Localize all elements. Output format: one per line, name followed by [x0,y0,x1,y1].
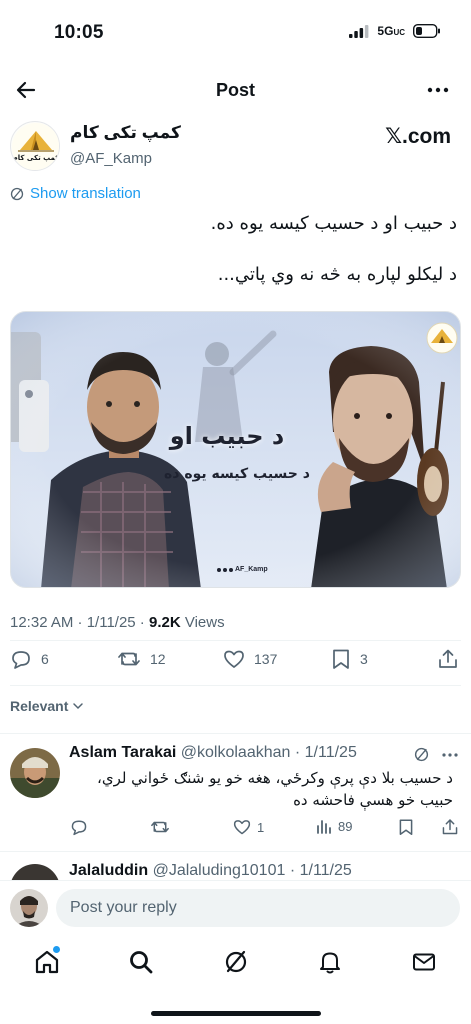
bell-icon [320,952,340,974]
nav-search[interactable] [127,948,157,978]
reply-translate-button[interactable] [414,747,429,762]
reply-actions: 1 89 [0,818,471,840]
status-time: 10:05 [54,22,104,43]
show-translation-link[interactable]: Show translation [10,185,141,202]
analytics-icon [317,820,331,834]
post-meta: 12:32 AM · 1/11/25 · 9.2K Views [10,614,225,631]
post-text: د حبیب او د حسیب کیسه یوه ده. د لیکلو لپ… [17,209,457,290]
grok-icon [225,950,247,973]
nav-grok[interactable] [222,948,252,978]
repost-icon [151,821,169,833]
network-type: 5GUC [377,24,405,38]
image-watermark: AF_Kamp [217,566,268,573]
nav-notifications[interactable] [316,948,346,978]
views-count: 9.2K [148,614,181,631]
more-options-button[interactable] [427,84,449,96]
image-subline: د حسیب کیسه یوه ده [164,466,310,482]
reply-author-handle[interactable]: @Jalaluding10101 [153,862,286,879]
post-text-line-1: د حبیب او د حسیب کیسه یوه ده. [210,213,457,234]
affiliate-site-link[interactable]: 𝕏.com [385,124,451,149]
reply-author-handle[interactable]: @kolkolaakhan [181,744,291,761]
home-indicator [151,1011,321,1016]
battery-icon [413,24,441,38]
reply-more-button[interactable] [442,752,458,758]
divider [0,733,471,734]
heart-icon [233,820,251,835]
author-avatar[interactable]: کمپ تکی کام [10,121,60,171]
author-handle[interactable]: @AF_Kamp [70,150,152,167]
reply-date: 1/11/25 [304,744,357,761]
bookmark-button[interactable]: 3 [331,648,368,670]
more-horizontal-icon [427,87,449,93]
chevron-down-icon [73,703,84,710]
reply-header: Aslam Tarakai @kolkolaakhan · 1/11/25 [69,744,357,761]
notification-dot [53,946,60,953]
divider [0,851,471,852]
author-name[interactable]: کمپ تکی کام [70,123,181,143]
tent-logo-icon [12,123,59,170]
bookmark-icon [333,649,349,669]
reply-date: 1/11/25 [299,862,352,879]
divider [10,685,461,686]
share-icon [442,819,458,835]
reply-icon [71,820,87,836]
repost-icon [118,652,140,666]
translate-icon [414,747,429,762]
divider [10,640,461,641]
reply-reply-button[interactable] [70,818,88,836]
reply-author-name[interactable]: Jalaluddin [69,862,148,879]
share-icon [439,649,457,668]
reply-input[interactable]: Post your reply [56,889,460,927]
reply-text: د حسيب بلا دې پرې وکرځي، هغه خو یو شنګ ځ… [96,769,453,809]
mail-icon [413,953,435,971]
signal-icon [349,24,369,38]
reply-avatar[interactable] [10,748,60,798]
reply-icon [12,651,30,669]
repost-button[interactable]: 12 [117,648,166,670]
page-title: Post [215,80,255,100]
nav-home[interactable] [33,946,63,978]
nav-messages[interactable] [410,948,440,978]
reply-like-button[interactable]: 1 [233,818,264,836]
post-timestamp: 12:32 AM · 1/11/25 · [10,614,149,631]
like-button[interactable]: 137 [223,648,277,670]
translate-icon [10,187,24,200]
reply-repost-button[interactable] [150,818,170,836]
image-artwork [11,312,460,587]
status-indicators: 5GUC [349,24,441,38]
more-horizontal-icon [442,753,458,757]
logo-text: کمپ تکی کام [12,154,60,162]
reply-bookmark-button[interactable] [398,818,414,836]
reply-share-button[interactable] [441,818,459,836]
search-icon [130,951,153,974]
share-button[interactable] [437,648,459,670]
sort-replies-dropdown[interactable]: Relevant [10,698,84,714]
post-actions: 6 12 137 3 [0,648,471,676]
bottom-navigation [0,940,471,990]
reply-views-button[interactable]: 89 [316,818,352,834]
heart-icon [224,650,244,668]
reply-author-name[interactable]: Aslam Tarakai [69,744,176,761]
reply-header: Jalaluddin @Jalaluding10101 · 1/11/25 [69,862,352,879]
reply-button[interactable]: 6 [10,648,49,670]
bookmark-icon [399,819,413,835]
reply-composer: Post your reply [0,880,471,940]
views-label: Views [180,614,225,631]
post-image[interactable]: د حبیب او د حسیب کیسه یوه ده AF_Kamp [10,311,461,588]
user-avatar[interactable] [10,889,48,927]
post-text-line-2: د لیکلو لپاره به څه نه وي پاتي... [217,264,457,285]
image-headline: د حبیب او [169,422,285,450]
